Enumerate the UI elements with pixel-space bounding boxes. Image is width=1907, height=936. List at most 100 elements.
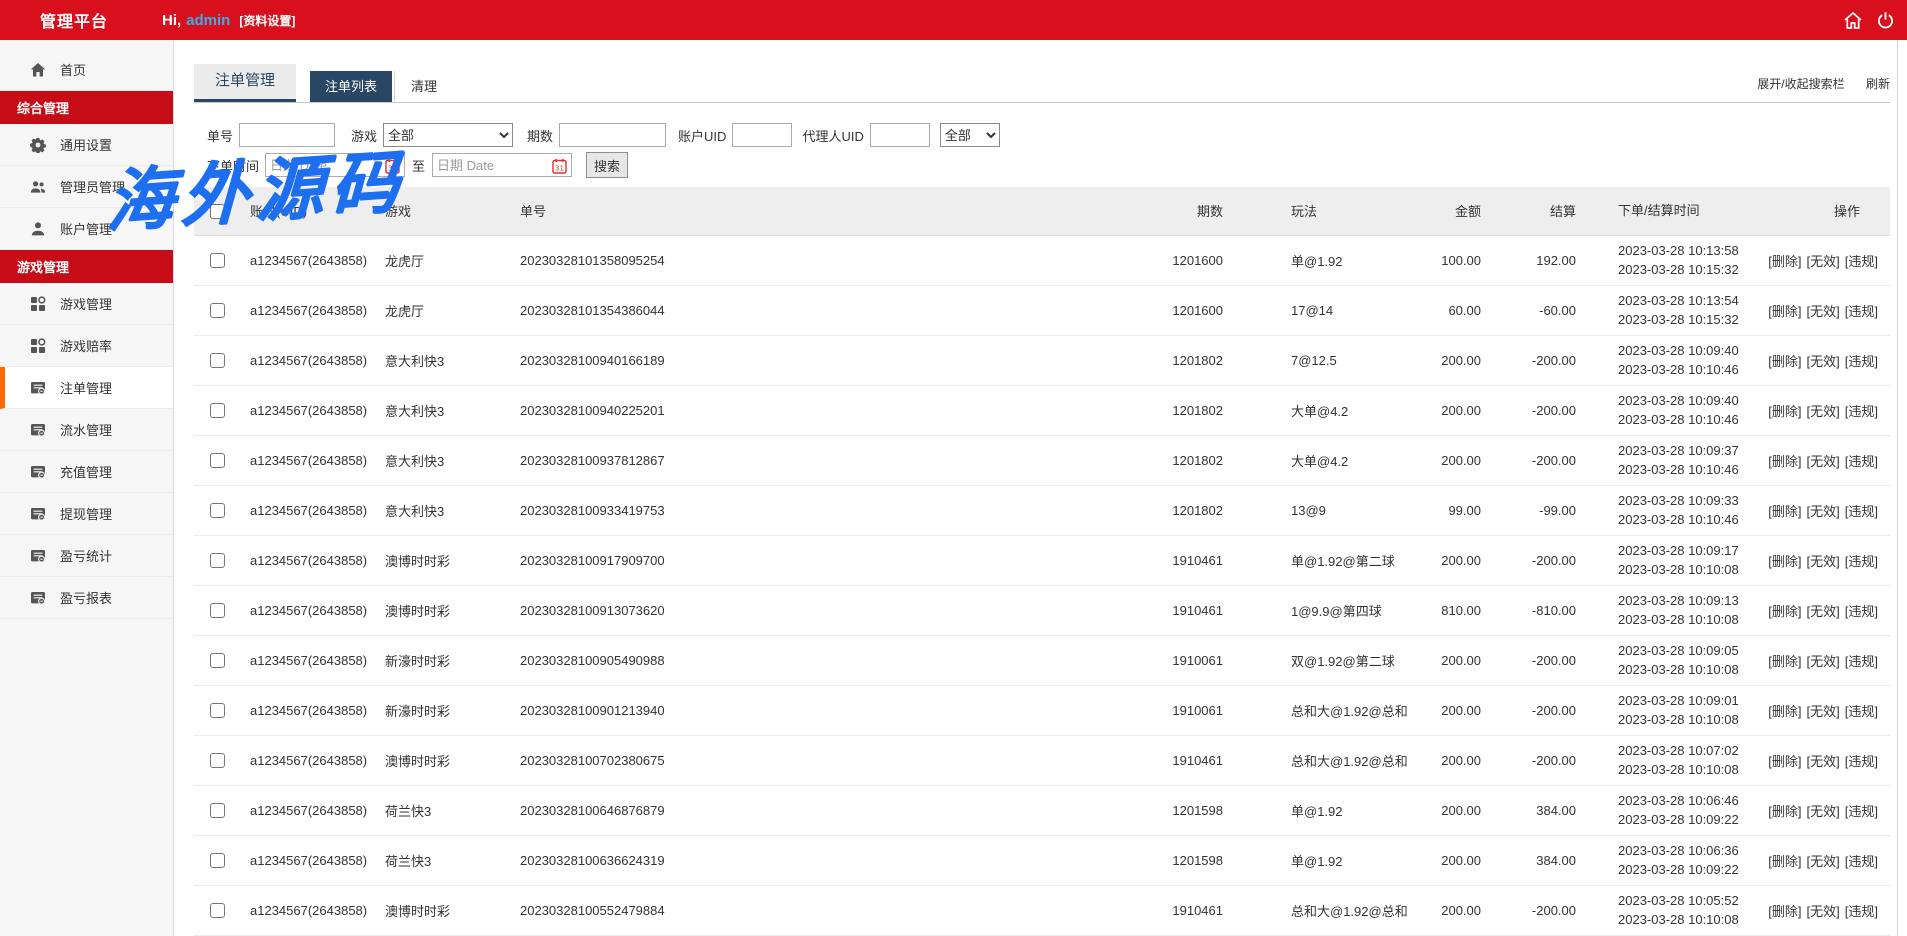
cell-time: 2023-03-28 10:09:40 2023-03-28 10:10:46 bbox=[1580, 385, 1755, 435]
row-action-link[interactable]: [违规] bbox=[1845, 304, 1878, 319]
row-action-link[interactable]: [无效] bbox=[1807, 804, 1840, 819]
date-to-input[interactable] bbox=[433, 155, 545, 175]
row-action-link[interactable]: [违规] bbox=[1845, 454, 1878, 469]
row-action-link[interactable]: [删除] bbox=[1768, 854, 1801, 869]
row-action-link[interactable]: [删除] bbox=[1768, 554, 1801, 569]
row-checkbox[interactable] bbox=[210, 453, 225, 468]
row-action-link[interactable]: [违规] bbox=[1845, 854, 1878, 869]
row-action-link[interactable]: [删除] bbox=[1768, 654, 1801, 669]
agent-uid-input[interactable] bbox=[870, 123, 930, 147]
row-checkbox[interactable] bbox=[210, 503, 225, 518]
row-action-link[interactable]: [违规] bbox=[1845, 504, 1878, 519]
row-action-link[interactable]: [违规] bbox=[1845, 754, 1878, 769]
sidebar-item-游戏赔率[interactable]: 游戏赔率 bbox=[0, 325, 173, 367]
row-action-link[interactable]: [删除] bbox=[1768, 604, 1801, 619]
row-action-link[interactable]: [删除] bbox=[1768, 454, 1801, 469]
row-action-link[interactable]: [违规] bbox=[1845, 254, 1878, 269]
sidebar-item-通用设置[interactable]: 通用设置 bbox=[0, 124, 173, 166]
profile-settings-link[interactable]: [资料设置] bbox=[239, 12, 295, 29]
period-input[interactable] bbox=[559, 123, 666, 147]
row-action-link[interactable]: [删除] bbox=[1768, 404, 1801, 419]
row-action-link[interactable]: [无效] bbox=[1807, 554, 1840, 569]
row-action-link[interactable]: [违规] bbox=[1845, 554, 1878, 569]
row-checkbox[interactable] bbox=[210, 853, 225, 868]
game-select[interactable]: 全部 bbox=[383, 123, 513, 147]
search-button[interactable]: 搜索 bbox=[586, 152, 628, 178]
row-action-link[interactable]: [无效] bbox=[1807, 904, 1840, 919]
row-action-link[interactable]: [违规] bbox=[1845, 804, 1878, 819]
account-uid-input[interactable] bbox=[732, 123, 792, 147]
row-checkbox[interactable] bbox=[210, 553, 225, 568]
row-action-link[interactable]: [删除] bbox=[1768, 354, 1801, 369]
row-checkbox[interactable] bbox=[210, 403, 225, 418]
scrollbar-track[interactable] bbox=[1897, 40, 1898, 936]
select-all-checkbox[interactable] bbox=[210, 204, 225, 219]
row-action-link[interactable]: [无效] bbox=[1807, 404, 1840, 419]
sidebar-item-盈亏报表[interactable]: 盈亏报表 bbox=[0, 577, 173, 619]
refresh-link[interactable]: 刷新 bbox=[1866, 77, 1890, 91]
row-action-link[interactable]: [违规] bbox=[1845, 354, 1878, 369]
row-action-link[interactable]: [违规] bbox=[1845, 904, 1878, 919]
row-checkbox[interactable] bbox=[210, 353, 225, 368]
row-action-link[interactable]: [删除] bbox=[1768, 904, 1801, 919]
row-action-link[interactable]: [删除] bbox=[1768, 704, 1801, 719]
row-action-link[interactable]: [无效] bbox=[1807, 754, 1840, 769]
row-action-link[interactable]: [删除] bbox=[1768, 254, 1801, 269]
row-action-link[interactable]: [无效] bbox=[1807, 254, 1840, 269]
sidebar-item-充值管理[interactable]: 充值管理 bbox=[0, 451, 173, 493]
row-checkbox[interactable] bbox=[210, 253, 225, 268]
row-action-link[interactable]: [无效] bbox=[1807, 854, 1840, 869]
row-checkbox[interactable] bbox=[210, 653, 225, 668]
tab-order-list[interactable]: 注单列表 bbox=[310, 71, 392, 102]
date-from-input[interactable] bbox=[266, 155, 378, 175]
cell-play: 大单@4.2 bbox=[1225, 435, 1415, 485]
table-row: a1234567(2643858) 龙虎厅 202303281013543860… bbox=[194, 285, 1890, 335]
status-select[interactable]: 全部 bbox=[940, 123, 1000, 147]
sidebar-section-综合管理[interactable]: 综合管理 bbox=[0, 91, 173, 124]
row-action-link[interactable]: [删除] bbox=[1768, 754, 1801, 769]
sidebar-item-注单管理[interactable]: 注单管理 bbox=[0, 367, 173, 409]
row-action-link[interactable]: [无效] bbox=[1807, 654, 1840, 669]
row-checkbox[interactable] bbox=[210, 603, 225, 618]
row-action-link[interactable]: [无效] bbox=[1807, 304, 1840, 319]
sidebar-item-流水管理[interactable]: 流水管理 bbox=[0, 409, 173, 451]
calendar-icon[interactable]: 31 bbox=[552, 158, 567, 174]
cell-order-no: 20230328100552479884 bbox=[510, 885, 1085, 935]
row-action-link[interactable]: [删除] bbox=[1768, 304, 1801, 319]
row-checkbox[interactable] bbox=[210, 803, 225, 818]
module-tab-order-management[interactable]: 注单管理 bbox=[194, 64, 296, 102]
row-action-link[interactable]: [违规] bbox=[1845, 404, 1878, 419]
order-no-input[interactable] bbox=[239, 123, 335, 147]
row-action-link[interactable]: [违规] bbox=[1845, 704, 1878, 719]
cell-settle: -200.00 bbox=[1485, 535, 1580, 585]
row-checkbox[interactable] bbox=[210, 703, 225, 718]
cell-play: 总和大@1.92@总和 bbox=[1225, 735, 1415, 785]
row-checkbox[interactable] bbox=[210, 903, 225, 918]
sidebar-item-账户管理[interactable]: 账户管理 bbox=[0, 208, 173, 250]
row-action-link[interactable]: [删除] bbox=[1768, 804, 1801, 819]
toggle-search-link[interactable]: 展开/收起搜索栏 bbox=[1757, 77, 1844, 91]
tab-clean[interactable]: 清理 bbox=[394, 71, 452, 102]
logout-power-icon[interactable] bbox=[1876, 11, 1895, 30]
row-action-link[interactable]: [违规] bbox=[1845, 654, 1878, 669]
sidebar-item-首页[interactable]: 首页 bbox=[0, 49, 173, 91]
row-action-link[interactable]: [违规] bbox=[1845, 604, 1878, 619]
time-placed: 2023-03-28 10:13:58 bbox=[1618, 241, 1755, 260]
row-action-link[interactable]: [无效] bbox=[1807, 354, 1840, 369]
sidebar-item-游戏管理[interactable]: 游戏管理 bbox=[0, 283, 173, 325]
row-action-link[interactable]: [删除] bbox=[1768, 504, 1801, 519]
sidebar-item-管理员管理[interactable]: 管理员管理 bbox=[0, 166, 173, 208]
row-action-link[interactable]: [无效] bbox=[1807, 504, 1840, 519]
row-action-link[interactable]: [无效] bbox=[1807, 604, 1840, 619]
row-checkbox[interactable] bbox=[210, 303, 225, 318]
home-icon[interactable] bbox=[1843, 11, 1863, 30]
calendar-icon[interactable]: 31 bbox=[385, 158, 400, 174]
sidebar-item-盈亏统计[interactable]: 盈亏统计 bbox=[0, 535, 173, 577]
sidebar-section-游戏管理[interactable]: 游戏管理 bbox=[0, 250, 173, 283]
row-action-link[interactable]: [无效] bbox=[1807, 454, 1840, 469]
sidebar-item-提现管理[interactable]: 提现管理 bbox=[0, 493, 173, 535]
col-account: 账户(UID) bbox=[240, 187, 375, 235]
table-row: a1234567(2643858) 龙虎厅 202303281013580952… bbox=[194, 235, 1890, 285]
row-checkbox[interactable] bbox=[210, 753, 225, 768]
row-action-link[interactable]: [无效] bbox=[1807, 704, 1840, 719]
